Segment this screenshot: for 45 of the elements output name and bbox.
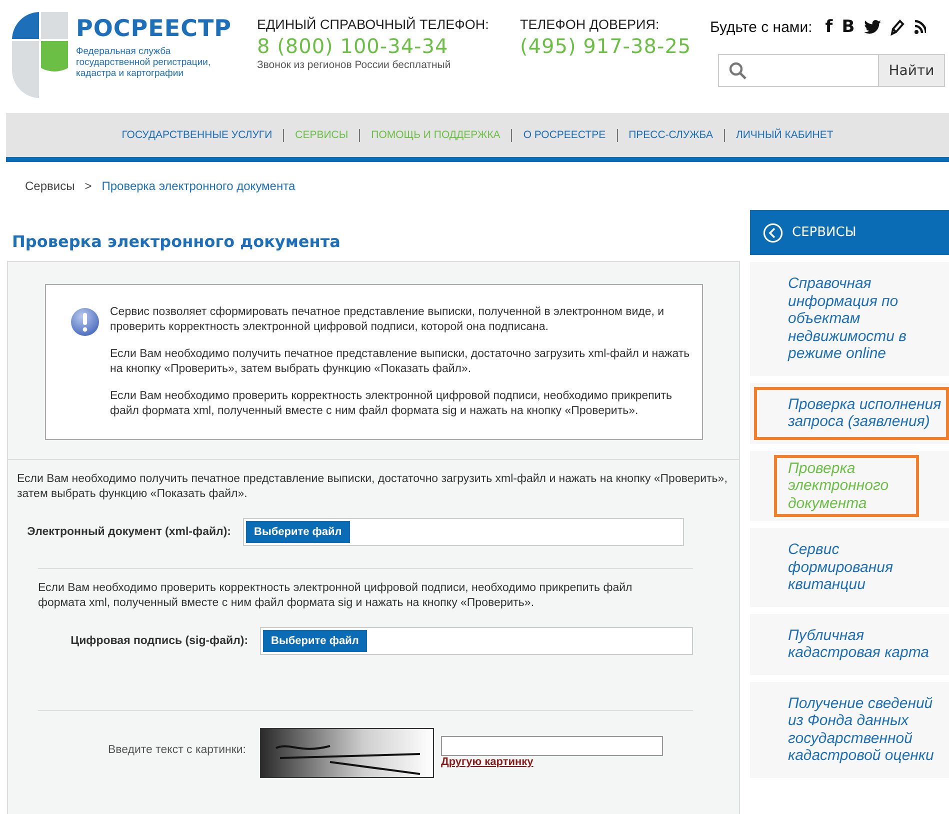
sidebar-link[interactable]: Сервис формирования квитанции (788, 541, 942, 594)
social-link[interactable]: В (842, 17, 855, 37)
breadcrumb-link[interactable]: Сервисы (25, 179, 75, 199)
phone-note: Звонок из регионов России бесплатный (257, 59, 452, 71)
breadcrumb-separator: > (84, 179, 92, 195)
logo-title: РОСРЕЕСТР (76, 16, 232, 42)
file-input[interactable]: Выберите файл (243, 518, 684, 546)
choose-file-button[interactable]: Выберите файл (263, 630, 367, 652)
exclamation-icon (70, 307, 100, 337)
bird-icon[interactable] (864, 20, 881, 34)
sidebar-link[interactable]: Проверка исполнения запроса (заявления) (788, 396, 942, 430)
instruction-text: Если Вам необходимо проверить корректность электронной цифровой подписи, необходимо прикрепить файл формата xml, полученный вместе с ним файл формата sig и нажать на кнопку «Проверить». (38, 581, 634, 611)
phone-label: ЕДИНЫЙ СПРАВОЧНЫЙ ТЕЛЕФОН: (257, 17, 490, 32)
sidebar-link[interactable]: Получение сведений из Фонда данных государственной кадастровой оценки (788, 694, 942, 764)
sidebar-link[interactable]: Публичная кадастровая карта (788, 626, 942, 662)
page-title: Проверка электронного документа (12, 232, 342, 251)
captcha-input[interactable] (441, 736, 663, 756)
pencil-icon[interactable] (890, 18, 905, 36)
social-link[interactable]: f (825, 17, 833, 37)
info-paragraph: Если Вам необходимо проверить корректность электронной цифровой подписи, необходимо прикрепить файл формата xml, полученный вместе с ним файл формата sig и нажать на кнопку «Проверить». (110, 389, 674, 419)
field-label: Цифровая подпись (sig-файл): (70, 635, 250, 647)
sidebar-title: СЕРВИСЫ (792, 225, 856, 240)
nav-link[interactable]: ГОСУДАРСТВЕННЫЕ УСЛУГИ (110, 128, 284, 142)
instruction-text: Если Вам необходимо получить печатное представление выписки, достаточно загрузить xml-файл и нажать на кнопку «Проверить», затем выбрать функцию «Показать файл». (17, 472, 728, 502)
field-label: Электронный документ (xml-файл): (26, 526, 232, 538)
nav-link[interactable]: ПРЕСС-СЛУЖБА (616, 128, 724, 142)
social-label: Будьте с нами: (710, 18, 812, 36)
rss-icon[interactable] (914, 19, 926, 35)
logo-icon (10, 10, 70, 100)
search-button[interactable]: Найти (878, 54, 945, 87)
back-chevron-icon[interactable] (763, 222, 783, 242)
file-input[interactable]: Выберите файл (260, 627, 693, 655)
search-field[interactable] (718, 54, 878, 87)
info-paragraph: Если Вам необходимо получить печатное представление выписки, достаточно загрузить xml-файл и нажать на кнопку «Проверить», затем выбрать функцию «Показать файл». (110, 347, 691, 377)
choose-file-button[interactable]: Выберите файл (246, 521, 350, 543)
info-paragraph: Сервис позволяет сформировать печатное представление выписки, полученной в электронном виде, и проверить корректность электронной цифровой подписи, которой она подписана. (110, 305, 666, 335)
breadcrumb-link[interactable]: Проверка электронного документа (102, 179, 296, 199)
sidebar-link[interactable]: Справочная информация по объектам недвижимости в режиме online (788, 275, 942, 362)
captcha-label: Введите текст с картинки: (106, 744, 247, 756)
nav-link[interactable]: О РОСРЕЕСТРЕ (511, 128, 617, 142)
phone-label: ТЕЛЕФОН ДОВЕРИЯ: (520, 17, 660, 32)
nav-link[interactable]: ЛИЧНЫЙ КАБИНЕТ (724, 128, 844, 142)
logo-subtitle: Федеральная служба государственной регистрации, кадастра и картографии (76, 46, 212, 79)
another-image-link[interactable]: Другую картинку (441, 756, 663, 768)
search-icon (729, 62, 747, 80)
